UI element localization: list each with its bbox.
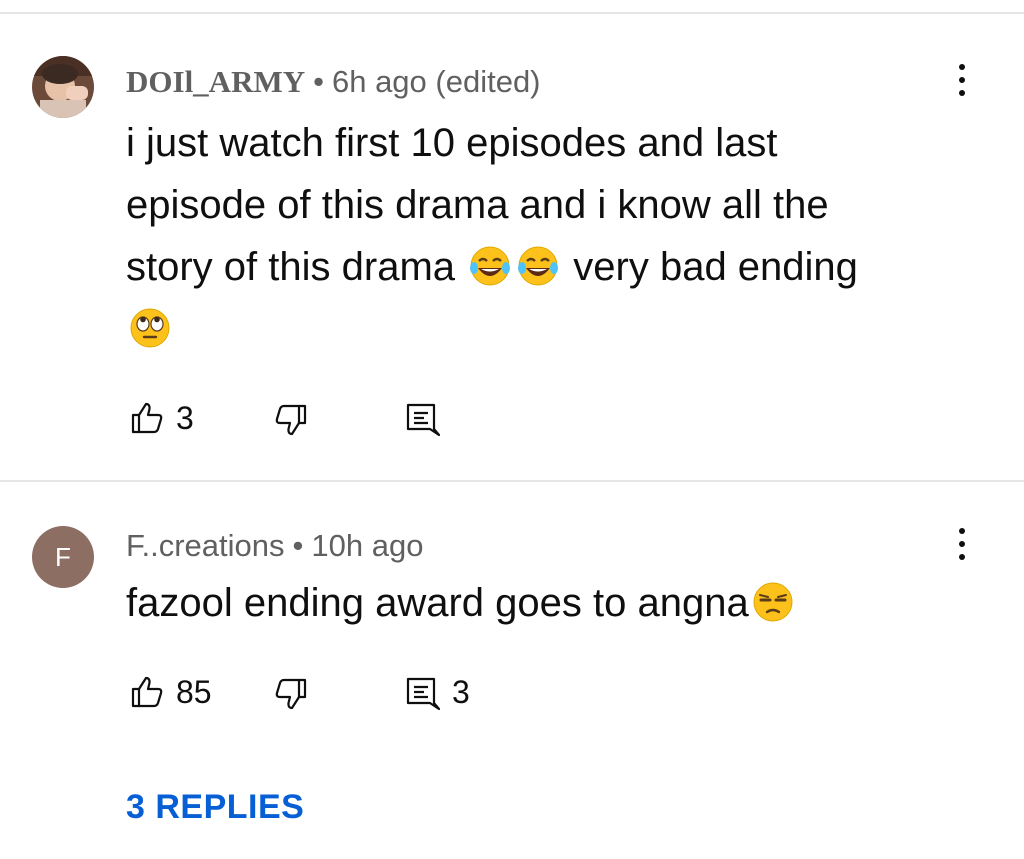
dislike-icon[interactable] [272, 676, 308, 712]
comment-meta: DOIl_ARMY • 6h ago (edited) [126, 64, 541, 100]
reply-icon[interactable] [404, 676, 440, 712]
separator-dot: • [313, 64, 324, 99]
view-replies-button[interactable]: 3 REPLIES [126, 788, 304, 827]
more-options-icon[interactable] [944, 522, 980, 566]
comment-item: F F..creations • 10h ago fazool ending awa… [0, 482, 1024, 859]
comment-line: episode of this drama and i know all the [126, 183, 829, 227]
comment-time: 10h ago [311, 528, 424, 563]
reply-count: 3 [452, 674, 470, 710]
comment-text: fazool ending award goes to angna [126, 572, 986, 634]
eye-roll-emoji-icon [130, 308, 170, 348]
tears-of-joy-emoji-icon [470, 246, 511, 286]
more-options-icon[interactable] [944, 58, 980, 102]
author-name[interactable]: DOIl_ARMY [126, 64, 305, 99]
like-count: 85 [176, 674, 212, 710]
comment-meta: F..creations • 10h ago [126, 528, 423, 564]
avatar[interactable]: F [32, 526, 94, 588]
comment-line: fazool ending award goes to angna [126, 581, 749, 625]
separator-dot: • [292, 528, 304, 563]
comment-actions: 85 3 [126, 672, 826, 716]
like-icon[interactable] [130, 674, 166, 710]
comment-item: DOIl_ARMY • 6h ago (edited) i just watch f… [0, 14, 1024, 480]
comment-line: very bad ending [573, 245, 858, 289]
avatar[interactable] [32, 56, 94, 118]
author-name[interactable]: F..creations [126, 528, 285, 563]
comment-time: 6h ago (edited) [331, 64, 541, 99]
avatar-photo [32, 56, 94, 118]
avatar-letter: F [55, 542, 71, 572]
reply-icon[interactable] [404, 402, 440, 438]
like-icon[interactable] [130, 400, 166, 436]
comment-text: i just watch first 10 episodes and last … [126, 112, 986, 360]
like-count: 3 [176, 400, 194, 436]
dislike-icon[interactable] [272, 402, 308, 438]
comment-line: i just watch first 10 episodes and last [126, 121, 778, 165]
comment-actions: 3 [126, 398, 826, 442]
comment-line: story of this drama [126, 245, 456, 289]
tears-of-joy-emoji-icon [518, 246, 559, 286]
unamused-emoji-icon [753, 582, 793, 622]
